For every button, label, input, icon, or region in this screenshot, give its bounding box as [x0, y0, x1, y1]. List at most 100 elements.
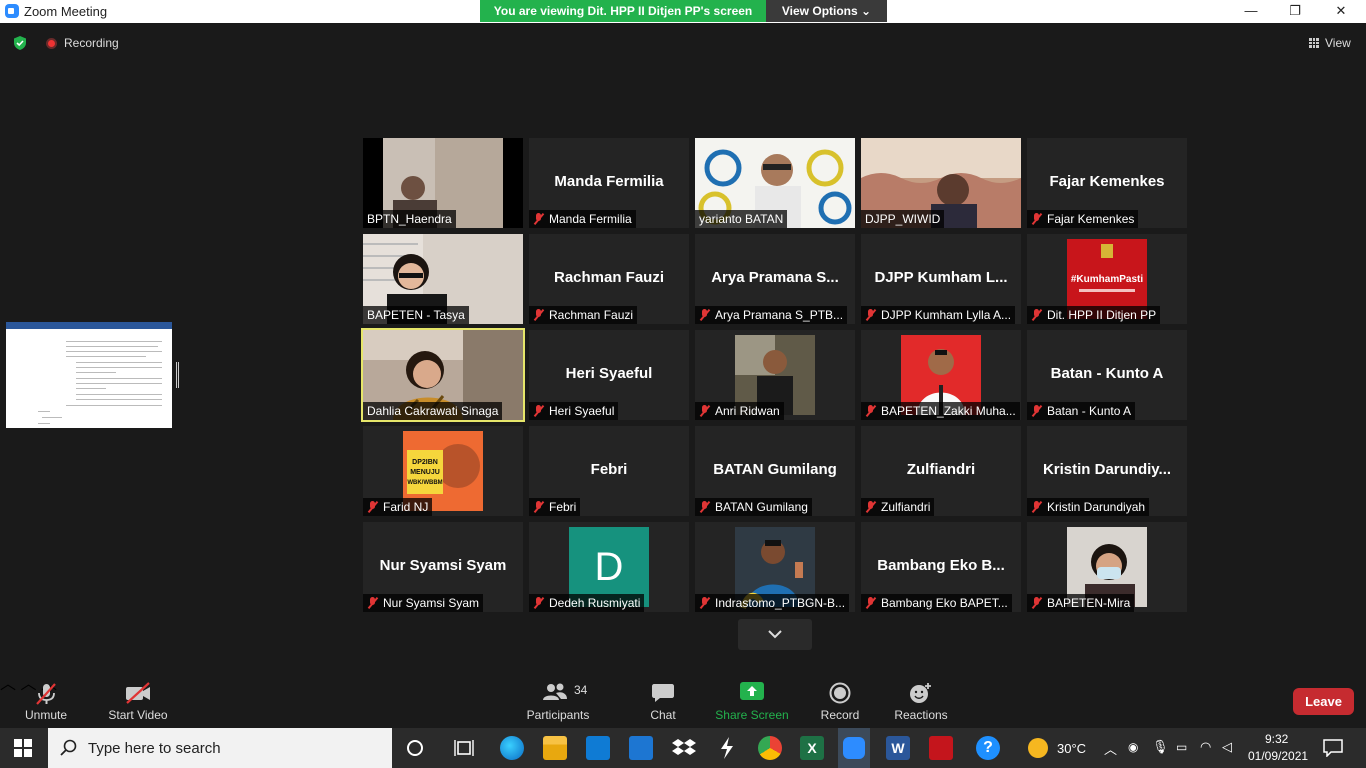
- participant-tile[interactable]: Dahlia Cakrawati Sinaga: [361, 328, 525, 422]
- participant-name-label: yarianto BATAN: [695, 210, 788, 228]
- app-flash-icon[interactable]: [716, 736, 738, 760]
- clock-date[interactable]: 01/09/2021: [1248, 749, 1308, 763]
- mcafee-icon[interactable]: [929, 736, 953, 760]
- reactions-button[interactable]: Reactions: [890, 670, 952, 728]
- participant-tile[interactable]: yarianto BATAN: [695, 138, 855, 228]
- participant-tile[interactable]: Indrastomo_PTBGN-B...: [695, 522, 855, 612]
- share-banner: You are viewing Dit. HPP II Ditjen PP's …: [480, 0, 766, 22]
- participant-tile[interactable]: BAPETEN - Tasya: [363, 234, 523, 324]
- temperature[interactable]: 30°C: [1057, 741, 1086, 756]
- participant-name: yarianto BATAN: [699, 212, 784, 226]
- participant-tile[interactable]: Batan - Kunto A Batan - Kunto A: [1027, 330, 1187, 420]
- participant-tile[interactable]: Fajar Kemenkes Fajar Kemenkes: [1027, 138, 1187, 228]
- battery-icon[interactable]: ▭: [1176, 740, 1187, 754]
- dropbox-icon[interactable]: [672, 736, 696, 760]
- participant-tile[interactable]: DJPP Kumham L... DJPP Kumham Lylla A...: [861, 234, 1021, 324]
- participant-tile[interactable]: BAPETEN-Mira: [1027, 522, 1187, 612]
- microphone-tray-icon[interactable]: 🎙: [1152, 739, 1169, 755]
- cortana-icon[interactable]: [406, 739, 424, 757]
- volume-icon[interactable]: ◁: [1222, 739, 1232, 755]
- participant-tile[interactable]: #KumhamPasti Dit. HPP II Ditjen PP: [1027, 234, 1187, 324]
- notifications-icon[interactable]: [1323, 739, 1343, 757]
- participant-name: BAPETEN_Zakki Muha...: [881, 404, 1016, 418]
- muted-microphone-icon: [699, 405, 710, 417]
- participant-tile[interactable]: Febri Febri: [529, 426, 689, 516]
- start-video-button[interactable]: Start Video: [104, 670, 172, 728]
- participant-tile[interactable]: Manda Fermilia Manda Fermilia: [529, 138, 689, 228]
- close-button[interactable]: ✕: [1318, 0, 1364, 23]
- next-page-button[interactable]: [738, 619, 812, 650]
- record-button[interactable]: Record: [816, 670, 864, 728]
- zoom-app-icon: [843, 737, 865, 759]
- clock-time[interactable]: 9:32: [1265, 732, 1288, 746]
- participant-name-label: Dit. HPP II Ditjen PP: [1027, 306, 1161, 324]
- microphone-muted-icon: [36, 683, 56, 705]
- participant-name: Batan - Kunto A: [1047, 404, 1132, 418]
- participant-display-name: Nur Syamsi Syam: [379, 557, 507, 574]
- wifi-icon[interactable]: ◠: [1200, 739, 1211, 755]
- chat-button[interactable]: Chat: [640, 670, 686, 728]
- share-screen-icon: [740, 682, 764, 700]
- participant-tile[interactable]: Rachman Fauzi Rachman Fauzi: [529, 234, 689, 324]
- recording-label[interactable]: Recording: [64, 36, 119, 50]
- muted-microphone-icon: [533, 309, 544, 321]
- chrome-icon[interactable]: [758, 736, 782, 760]
- microsoft-store-icon[interactable]: [586, 736, 610, 760]
- participant-tile[interactable]: BAPETEN_Zakki Muha...: [861, 330, 1021, 420]
- participant-display-name: Manda Fermilia: [554, 173, 664, 190]
- participant-tile[interactable]: BPTN_Haendra: [363, 138, 523, 228]
- share-screen-button[interactable]: Share Screen: [712, 670, 792, 728]
- leave-button[interactable]: Leave: [1293, 688, 1354, 715]
- participant-display-name: Febri: [590, 461, 628, 478]
- muted-microphone-icon: [1031, 405, 1042, 417]
- participant-tile[interactable]: Heri Syaeful Heri Syaeful: [529, 330, 689, 420]
- edge-browser-icon[interactable]: [500, 736, 524, 760]
- participant-name: BPTN_Haendra: [367, 212, 452, 226]
- participant-name-label: BAPETEN - Tasya: [363, 306, 469, 324]
- participant-display-name: BATAN Gumilang: [713, 461, 837, 478]
- participant-tile[interactable]: DP2IBN MENUJU WBK/WBBM Farid NJ: [363, 426, 523, 516]
- participant-tile[interactable]: Zulfiandri Zulfiandri: [861, 426, 1021, 516]
- mail-icon[interactable]: [629, 736, 653, 760]
- tray-chevron-up-icon[interactable]: ︿: [1104, 739, 1117, 758]
- participant-tile[interactable]: DJPP_WIWID: [861, 138, 1021, 228]
- taskbar-search-box[interactable]: Type here to search: [48, 728, 392, 768]
- chevron-down-icon: [768, 630, 782, 639]
- share-screen-label: Share Screen: [715, 708, 789, 722]
- maximize-button[interactable]: ❐: [1272, 0, 1318, 23]
- file-explorer-icon[interactable]: [543, 736, 567, 760]
- unmute-button[interactable]: Unmute: [14, 670, 78, 728]
- participant-display-name: Bambang Eko B...: [877, 557, 1005, 574]
- participant-display-name: Kristin Darundiy...: [1042, 461, 1172, 478]
- participant-name-label: Anri Ridwan: [695, 402, 784, 420]
- zoom-taskbar-button[interactable]: [838, 728, 870, 768]
- word-icon[interactable]: W: [886, 736, 910, 760]
- splitter-handle[interactable]: [176, 362, 179, 388]
- participant-tile[interactable]: Kristin Darundiy... Kristin Darundiyah: [1027, 426, 1187, 516]
- excel-icon[interactable]: X: [800, 736, 824, 760]
- participant-tile[interactable]: Bambang Eko B... Bambang Eko BAPET...: [861, 522, 1021, 612]
- participant-name: Heri Syaeful: [549, 404, 615, 418]
- shield-icon[interactable]: [12, 35, 28, 51]
- participant-tile[interactable]: Nur Syamsi Syam Nur Syamsi Syam: [363, 522, 523, 612]
- task-view-icon[interactable]: [454, 739, 474, 757]
- muted-microphone-icon: [865, 405, 876, 417]
- participant-tile[interactable]: Anri Ridwan: [695, 330, 855, 420]
- weather-sun-icon[interactable]: [1028, 738, 1048, 758]
- view-label: View: [1325, 36, 1351, 50]
- participants-button[interactable]: 34 Participants: [523, 670, 593, 728]
- participant-name: BAPETEN-Mira: [1047, 596, 1131, 610]
- meet-now-icon[interactable]: ◉: [1128, 740, 1138, 754]
- minimize-button[interactable]: —: [1228, 0, 1274, 23]
- muted-microphone-icon: [1031, 597, 1042, 609]
- shared-screen-thumbnail[interactable]: [6, 322, 172, 428]
- windows-start-icon[interactable]: [14, 739, 32, 757]
- title-bar: Zoom Meeting You are viewing Dit. HPP II…: [0, 0, 1366, 23]
- participant-tile[interactable]: Arya Pramana S... Arya Pramana S_PTB...: [695, 234, 855, 324]
- participant-tile[interactable]: BATAN Gumilang BATAN Gumilang: [695, 426, 855, 516]
- help-icon[interactable]: ?: [976, 736, 1000, 760]
- view-options-button[interactable]: View Options ⌄: [766, 0, 887, 22]
- participant-tile[interactable]: D Dedeh Rusmiyati: [529, 522, 689, 612]
- view-button[interactable]: View: [1304, 33, 1360, 53]
- participant-name-label: Batan - Kunto A: [1027, 402, 1136, 420]
